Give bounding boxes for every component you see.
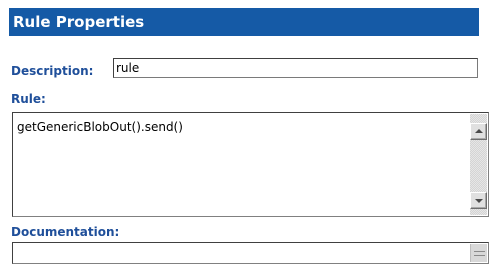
- rule-text: getGenericBlobOut().send(): [17, 120, 183, 134]
- scroll-up-arrow-icon: [475, 129, 483, 133]
- documentation-textarea[interactable]: [12, 242, 489, 264]
- resize-grip-icon: [474, 251, 485, 252]
- rule-properties-panel: Rule Properties Description: rule Rule: …: [0, 0, 489, 275]
- scroll-down-arrow-icon: [475, 199, 483, 203]
- scroll-down-button[interactable]: [470, 192, 487, 209]
- documentation-label: Documentation:: [11, 225, 120, 239]
- rule-textarea[interactable]: getGenericBlobOut().send(): [12, 112, 489, 217]
- scroll-up-button[interactable]: [470, 123, 487, 140]
- panel-header: Rule Properties: [9, 8, 479, 36]
- description-label: Description:: [11, 64, 94, 78]
- rule-label: Rule:: [11, 92, 46, 106]
- description-input[interactable]: rule: [113, 58, 478, 78]
- panel-title: Rule Properties: [13, 13, 145, 31]
- rule-vertical-scrollbar[interactable]: [470, 114, 487, 215]
- documentation-scrollbar[interactable]: [470, 244, 487, 262]
- resize-grip-icon: [474, 255, 485, 256]
